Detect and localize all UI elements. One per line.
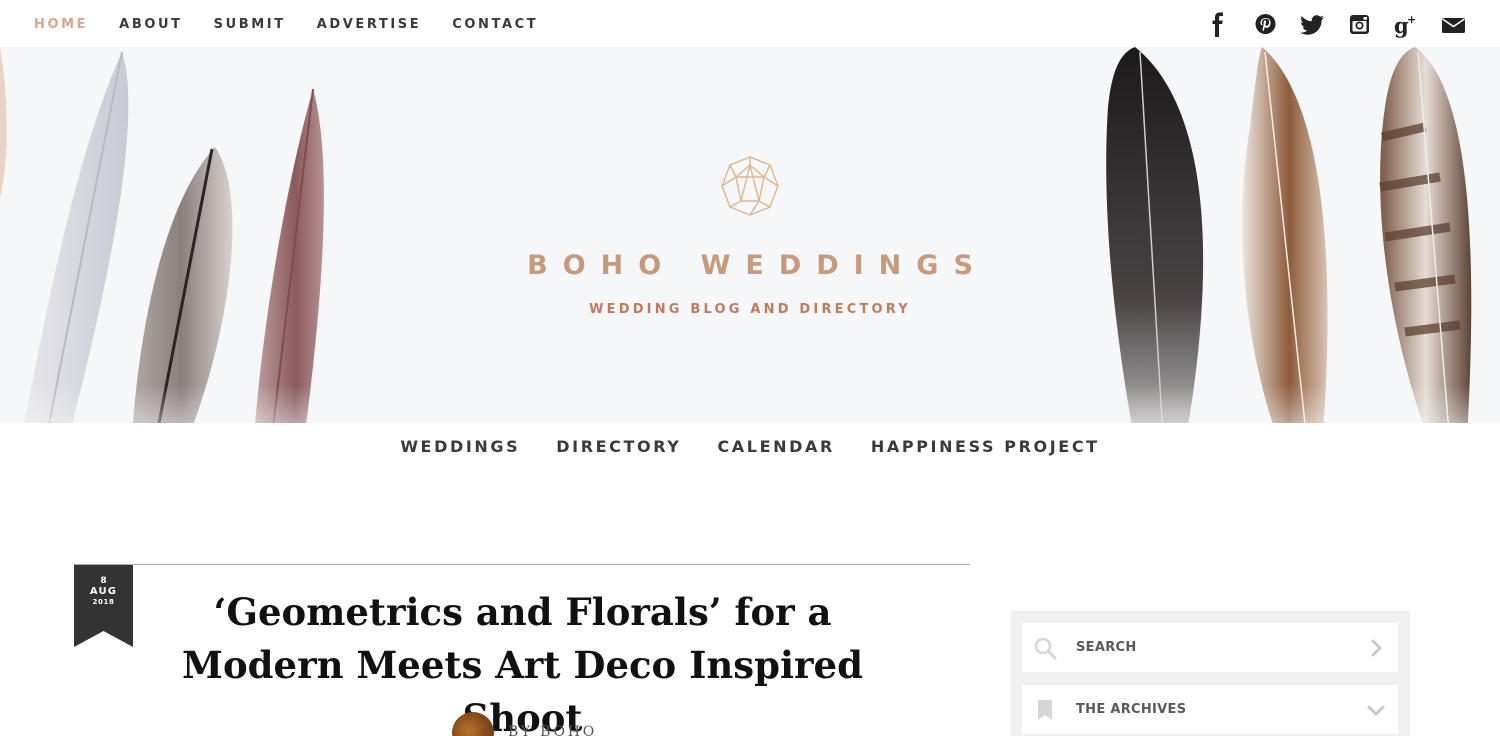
svg-text:+: + — [1407, 13, 1416, 26]
email-icon[interactable] — [1439, 12, 1468, 38]
sidebar-search-widget[interactable]: SEARCH — [1022, 623, 1398, 672]
social-links: g + — [1204, 12, 1468, 38]
header-hero: BOHO WEDDINGS WEDDING BLOG AND DIRECTORY — [0, 47, 1500, 423]
post-divider — [74, 564, 970, 565]
geometric-logo-icon — [721, 156, 779, 216]
search-label: SEARCH — [1076, 640, 1137, 655]
post-date-month: AUG — [89, 586, 118, 598]
post-date-badge: 8 AUG 2018 — [74, 565, 133, 647]
bookmark-icon — [1038, 699, 1052, 720]
top-bar: HOME ABOUT SUBMIT ADVERTISE CONTACT g + — [0, 0, 1500, 47]
topnav-home-link[interactable]: HOME — [34, 17, 88, 32]
site-title: BOHO WEDDINGS — [527, 250, 988, 281]
twitter-icon[interactable] — [1298, 12, 1327, 38]
topnav-contact-link[interactable]: CONTACT — [452, 17, 538, 32]
author-avatar — [452, 712, 494, 736]
post-date-day: 8 — [100, 576, 107, 586]
site-logo[interactable]: BOHO WEDDINGS WEDDING BLOG AND DIRECTORY — [0, 155, 1500, 317]
mainnav-weddings-link[interactable]: WEDDINGS — [400, 437, 520, 456]
post-author: BY BOHO — [452, 712, 597, 736]
sidebar-archives-widget[interactable]: THE ARCHIVES — [1022, 685, 1398, 734]
chevron-down-icon[interactable] — [1366, 700, 1386, 720]
site-tagline: WEDDING BLOG AND DIRECTORY — [589, 302, 911, 317]
search-icon — [1034, 637, 1057, 659]
archives-label: THE ARCHIVES — [1076, 702, 1187, 717]
mainnav-directory-link[interactable]: DIRECTORY — [556, 437, 681, 456]
facebook-icon[interactable] — [1204, 12, 1233, 38]
chevron-right-icon[interactable] — [1366, 638, 1386, 658]
google-plus-icon[interactable]: g + — [1392, 12, 1421, 38]
mainnav-calendar-link[interactable]: CALENDAR — [717, 437, 834, 456]
topnav-submit-link[interactable]: SUBMIT — [214, 17, 286, 32]
sidebar: SEARCH THE ARCHIVES — [1011, 611, 1410, 736]
mainnav-happiness-project-link[interactable]: HAPPINESS PROJECT — [871, 437, 1100, 456]
main-nav: WEDDINGS DIRECTORY CALENDAR HAPPINESS PR… — [0, 423, 1500, 470]
post-date-year: 2018 — [92, 597, 115, 606]
topnav-advertise-link[interactable]: ADVERTISE — [317, 17, 422, 32]
topnav-about-link[interactable]: ABOUT — [119, 17, 182, 32]
pinterest-icon[interactable] — [1251, 12, 1280, 38]
top-nav: HOME ABOUT SUBMIT ADVERTISE CONTACT — [34, 17, 569, 32]
instagram-icon[interactable] — [1345, 12, 1374, 38]
author-name[interactable]: BY BOHO — [508, 724, 597, 736]
